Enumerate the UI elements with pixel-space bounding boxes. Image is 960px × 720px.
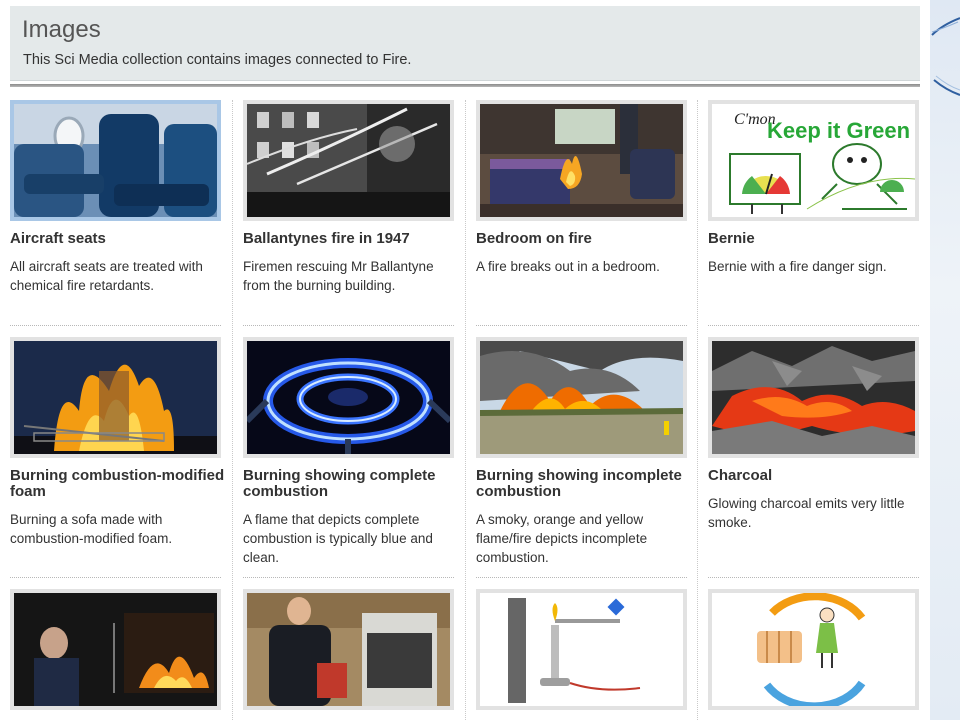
card-title[interactable]: Burning showing incomplete combustion (476, 468, 691, 500)
column-divider (465, 100, 466, 720)
row-divider (10, 325, 221, 326)
svg-text:Keep it Green: Keep it Green (767, 118, 910, 143)
row-divider (476, 577, 687, 578)
card-description: A fire breaks out in a bedroom. (476, 259, 660, 274)
card-title[interactable]: Bernie (708, 231, 923, 247)
card-title[interactable]: Burning combustion-modified foam (10, 468, 225, 500)
heat-cycle-diagram[interactable] (708, 589, 919, 710)
aircraft-seats-image[interactable] (10, 100, 221, 221)
row-divider (708, 577, 919, 578)
blue-flame-image[interactable] (243, 337, 454, 458)
card-title[interactable]: Bedroom on fire (476, 231, 691, 247)
card-title[interactable]: Burning showing complete combustion (243, 468, 458, 500)
row-divider (243, 577, 454, 578)
card-description: Firemen rescuing Mr Ballantyne from the … (243, 259, 434, 293)
ballantynes-fire-image[interactable] (243, 100, 454, 221)
bernie-image[interactable]: C'mon Keep it Green (708, 100, 919, 221)
row-divider (10, 577, 221, 578)
column-divider (232, 100, 233, 720)
lab-fire-test-image[interactable] (10, 589, 221, 710)
card-title[interactable]: Ballantynes fire in 1947 (243, 231, 458, 247)
lab-scientist-image[interactable] (243, 589, 454, 710)
bedroom-fire-image[interactable] (476, 100, 687, 221)
card-description: Bernie with a fire danger sign. (708, 259, 887, 274)
smoky-fire-image[interactable] (476, 337, 687, 458)
right-decoration (930, 0, 960, 720)
card-title[interactable]: Charcoal (708, 468, 923, 484)
card-description: A smoky, orange and yellow flame/fire de… (476, 512, 648, 565)
row-divider (476, 325, 687, 326)
row-divider (243, 325, 454, 326)
card-description: Glowing charcoal emits very little smoke… (708, 496, 905, 530)
charcoal-image[interactable] (708, 337, 919, 458)
row-divider (708, 325, 919, 326)
card-description: A flame that depicts complete combustion… (243, 512, 433, 565)
card-description: Burning a sofa made with combustion-modi… (10, 512, 173, 546)
card-description: All aircraft seats are treated with chem… (10, 259, 203, 293)
card-title[interactable]: Aircraft seats (10, 231, 225, 247)
image-grid: Aircraft seats All aircraft seats are tr… (0, 0, 930, 720)
burning-foam-image[interactable] (10, 337, 221, 458)
bunsen-burner-diagram[interactable] (476, 589, 687, 710)
column-divider (697, 100, 698, 720)
